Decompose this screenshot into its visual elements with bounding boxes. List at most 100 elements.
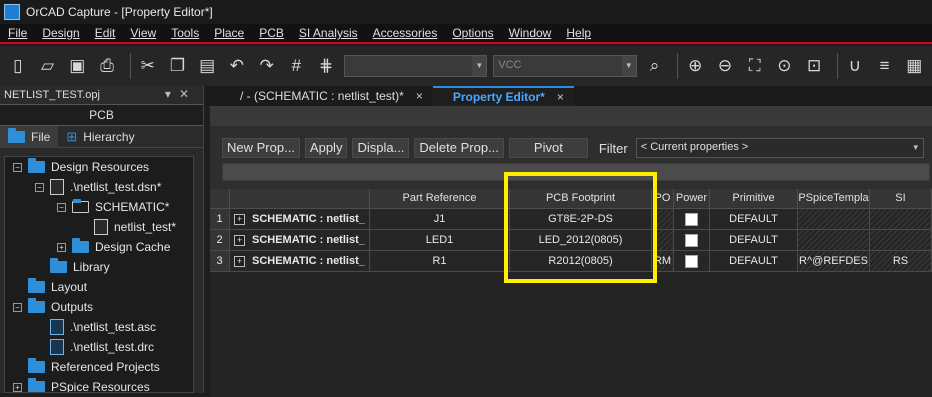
grid-icon[interactable]: # — [284, 54, 308, 78]
menu-place[interactable]: Place — [214, 26, 244, 40]
tab-hierarchy[interactable]: ⊞ Hierarchy — [58, 126, 142, 148]
pane-controls[interactable]: ▾✕ — [165, 87, 197, 101]
collapse-icon[interactable]: − — [35, 182, 44, 192]
power-cell[interactable] — [674, 251, 710, 272]
search-icon[interactable]: ⌕ — [643, 54, 667, 78]
close-icon[interactable]: × — [416, 89, 423, 103]
new-icon[interactable]: ▯ — [6, 54, 30, 78]
filter-select[interactable]: < Current properties > ▼ — [635, 138, 924, 158]
copy-icon[interactable]: ❐ — [166, 54, 190, 78]
primitive-cell[interactable]: DEFAULT — [710, 209, 798, 230]
part-combo[interactable]: ▼ — [343, 55, 488, 77]
primitive-cell[interactable]: DEFAULT — [710, 251, 798, 272]
expand-icon[interactable]: + — [234, 234, 245, 246]
chevron-down-icon[interactable]: ▼ — [472, 56, 487, 76]
menu-view[interactable]: View — [130, 26, 156, 40]
layout-icon[interactable]: ▦ — [902, 54, 926, 78]
cut-icon[interactable]: ✂ — [136, 54, 160, 78]
menu-pcb[interactable]: PCB — [259, 26, 284, 40]
power-cell[interactable] — [674, 209, 710, 230]
column-header-po[interactable]: PO — [652, 189, 674, 209]
net-icon[interactable]: ⋕ — [314, 54, 338, 78]
menu-design[interactable]: Design — [42, 26, 79, 40]
si-cell[interactable] — [870, 209, 932, 230]
part-reference-cell[interactable]: J1 — [370, 209, 510, 230]
pspice-template-cell[interactable]: R^@REFDES — [798, 251, 870, 272]
menu-file[interactable]: File — [8, 26, 27, 40]
close-icon[interactable]: × — [557, 90, 564, 104]
display-button[interactable]: Displa... — [352, 138, 410, 158]
pcb-footprint-cell[interactable]: R2012(0805) — [510, 251, 652, 272]
tree-item[interactable]: − Outputs — [13, 297, 93, 317]
row-number[interactable]: 3 — [210, 251, 230, 272]
save-icon[interactable]: ▣ — [65, 54, 89, 78]
menu-si-analysis[interactable]: SI Analysis — [299, 26, 358, 40]
column-header-part-reference[interactable]: Part Reference — [370, 189, 510, 209]
collapse-icon[interactable]: − — [13, 162, 22, 172]
align-icon[interactable]: ≡ — [873, 54, 897, 78]
new-property-button[interactable]: New Prop... — [222, 138, 300, 158]
power-checkbox[interactable] — [685, 212, 698, 226]
tree-item[interactable]: netlist_test* — [79, 217, 176, 237]
column-header-si[interactable]: SI — [870, 189, 932, 209]
power-checkbox[interactable] — [685, 233, 698, 247]
menu-edit[interactable]: Edit — [95, 26, 116, 40]
pspice-template-cell[interactable] — [798, 209, 870, 230]
po-cell[interactable] — [652, 209, 674, 230]
apply-button[interactable]: Apply — [304, 138, 348, 158]
tab-property-editor[interactable]: Property Editor* × — [432, 86, 574, 106]
tree-item[interactable]: .\netlist_test.drc — [35, 337, 154, 357]
menu-options[interactable]: Options — [452, 26, 493, 40]
tree-item[interactable]: .\netlist_test.asc — [35, 317, 156, 337]
column-header-pspice-template[interactable]: PSpiceTempla — [798, 189, 870, 209]
pcb-footprint-cell[interactable]: LED_2012(0805) — [510, 230, 652, 251]
power-cell[interactable] — [674, 230, 710, 251]
pspice-template-cell[interactable] — [798, 230, 870, 251]
net-combo[interactable]: VCC ▼ — [493, 55, 637, 77]
power-checkbox[interactable] — [685, 254, 698, 268]
tab-schematic[interactable]: / - (SCHEMATIC : netlist_test)* × — [206, 86, 433, 106]
part-reference-cell[interactable]: LED1 — [370, 230, 510, 251]
tree-item[interactable]: Layout — [13, 277, 87, 297]
part-name-cell[interactable]: + SCHEMATIC : netlist_ — [230, 251, 370, 272]
tree-item[interactable]: − Design Resources — [13, 157, 149, 177]
pcb-footprint-cell[interactable]: GT8E-2P-DS — [510, 209, 652, 230]
expand-icon[interactable]: + — [234, 255, 245, 267]
collapse-icon[interactable]: − — [13, 302, 22, 312]
tree-item[interactable]: − .\netlist_test.dsn* — [35, 177, 161, 197]
cell-edit-bar[interactable] — [222, 163, 930, 181]
expand-icon[interactable]: + — [57, 242, 66, 252]
zoom-area-icon[interactable]: ⛶ — [743, 54, 767, 78]
menu-window[interactable]: Window — [509, 26, 552, 40]
magnet-icon[interactable]: ∪ — [843, 54, 867, 78]
po-cell[interactable]: RM — [652, 251, 674, 272]
column-header-primitive[interactable]: Primitive — [710, 189, 798, 209]
part-name-cell[interactable]: + SCHEMATIC : netlist_ — [230, 230, 370, 251]
zoom-in-icon[interactable]: ⊕ — [683, 54, 707, 78]
tree-item[interactable]: + PSpice Resources — [13, 377, 150, 392]
column-header-name[interactable] — [230, 189, 370, 209]
part-reference-cell[interactable]: R1 — [370, 251, 510, 272]
expand-icon[interactable]: + — [234, 213, 245, 225]
collapse-icon[interactable]: − — [57, 202, 66, 212]
redo-icon[interactable]: ↷ — [255, 54, 279, 78]
tree-item[interactable]: − SCHEMATIC* — [57, 197, 169, 217]
zoom-select-icon[interactable]: ⊡ — [802, 54, 826, 78]
tree-item[interactable]: Library — [35, 257, 110, 277]
print-icon[interactable]: ⎙ — [95, 54, 119, 78]
si-cell[interactable]: RS — [870, 251, 932, 272]
part-name-cell[interactable]: + SCHEMATIC : netlist_ — [230, 209, 370, 230]
zoom-out-icon[interactable]: ⊖ — [713, 54, 737, 78]
undo-icon[interactable]: ↶ — [225, 54, 249, 78]
chevron-down-icon[interactable]: ▼ — [909, 139, 923, 157]
po-cell[interactable] — [652, 230, 674, 251]
primitive-cell[interactable]: DEFAULT — [710, 230, 798, 251]
expand-icon[interactable]: + — [13, 382, 22, 392]
row-number[interactable]: 1 — [210, 209, 230, 230]
zoom-all-icon[interactable]: ⊙ — [773, 54, 797, 78]
open-icon[interactable]: ▱ — [36, 54, 60, 78]
row-number[interactable]: 2 — [210, 230, 230, 251]
menu-tools[interactable]: Tools — [171, 26, 199, 40]
paste-icon[interactable]: ▤ — [195, 54, 219, 78]
tree-item[interactable]: + Design Cache — [57, 237, 170, 257]
